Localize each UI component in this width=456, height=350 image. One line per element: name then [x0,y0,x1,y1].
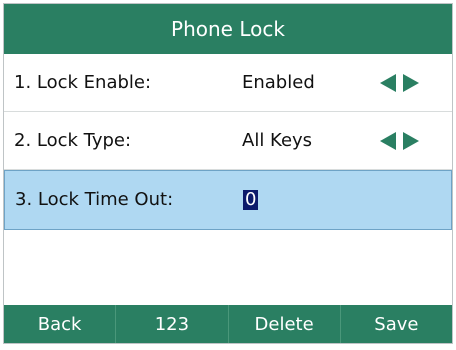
delete-softkey[interactable]: Delete [229,305,341,343]
lock-type-row[interactable]: 2. Lock Type: All Keys [4,112,452,170]
lock-enable-label: 1. Lock Enable: [14,72,152,93]
lock-time-out-field[interactable]: 0 [243,171,259,229]
lock-type-label: 2. Lock Type: [14,130,132,151]
softkey-bar: Back 123 Delete Save [4,305,452,343]
lock-type-arrows[interactable] [380,131,430,151]
lock-time-out-input-value[interactable]: 0 [243,190,259,210]
arrow-right-icon[interactable] [403,74,419,92]
lock-enable-arrows[interactable] [380,73,430,93]
arrow-right-icon[interactable] [403,132,419,150]
arrow-left-icon[interactable] [380,74,396,92]
lock-time-out-label: 3. Lock Time Out: [15,189,174,210]
lock-time-out-row[interactable]: 3. Lock Time Out: 0 [4,170,452,230]
input-mode-softkey[interactable]: 123 [116,305,229,343]
back-softkey[interactable]: Back [4,305,117,343]
lock-enable-row[interactable]: 1. Lock Enable: Enabled [4,54,452,112]
lock-type-value[interactable]: All Keys [242,112,312,170]
lock-enable-value[interactable]: Enabled [242,54,315,112]
save-softkey[interactable]: Save [341,305,452,343]
phone-screen: Phone Lock 1. Lock Enable: Enabled 2. Lo… [3,3,453,344]
arrow-left-icon[interactable] [380,132,396,150]
page-title: Phone Lock [171,17,285,41]
title-bar: Phone Lock [4,4,452,54]
